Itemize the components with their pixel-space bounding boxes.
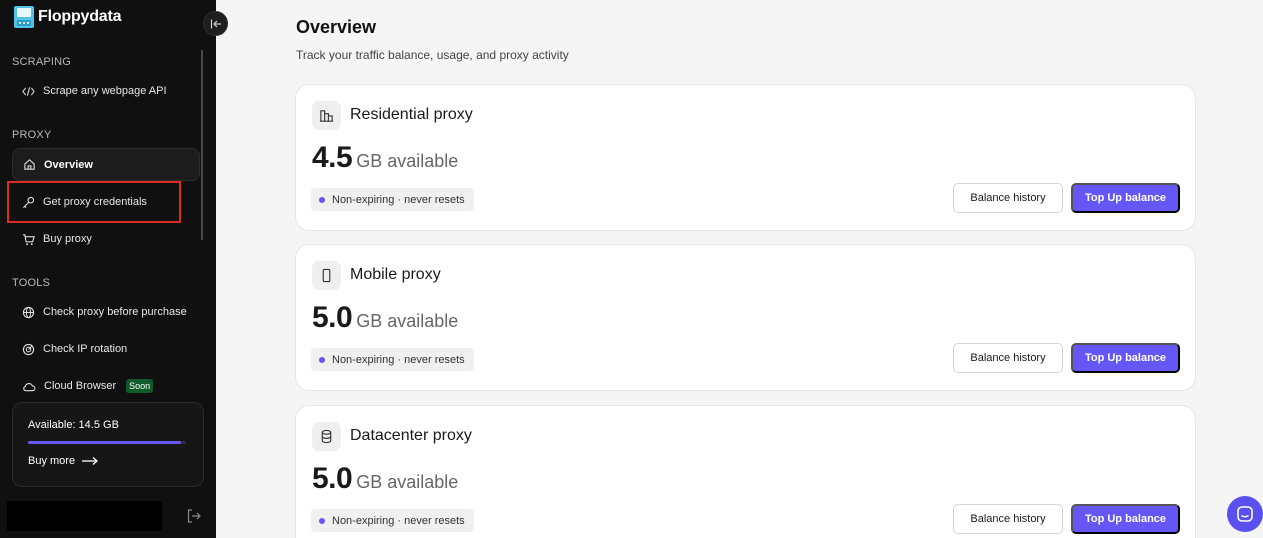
brand[interactable]: Floppydata (14, 6, 122, 28)
user-account-bar[interactable] (7, 501, 162, 531)
cart-icon (22, 233, 35, 245)
non-expiring-tag: Non-expiring · never resets (311, 509, 474, 532)
card-title: Mobile proxy (350, 266, 441, 283)
amount-value: 5.0 (312, 462, 353, 495)
section-title-proxy: PROXY (12, 129, 52, 141)
amount-unit: GB available (356, 151, 459, 171)
app-window: Floppydata SCRAPING Scrape any webpage A… (0, 0, 1263, 538)
chat-icon (1237, 506, 1253, 522)
mobile-proxy-card: Mobile proxy 5.0 GB available Non-expiri… (295, 244, 1196, 391)
balance-history-button[interactable]: Balance history (953, 504, 1063, 534)
balance-history-button[interactable]: Balance history (953, 183, 1063, 213)
card-amount: 5.0 GB available (312, 462, 458, 496)
amount-value: 4.5 (312, 141, 353, 174)
sidebar-item-label: Check proxy before purchase (43, 306, 187, 318)
page-title: Overview (296, 17, 377, 37)
card-icon-container (312, 261, 341, 290)
collapse-left-icon (210, 19, 221, 28)
datacenter-proxy-card: Datacenter proxy 5.0 GB available Non-ex… (295, 405, 1196, 538)
sidebar-item-label: Scrape any webpage API (43, 85, 167, 97)
tag-label: Non-expiring · never resets (332, 514, 465, 527)
card-amount: 5.0 GB available (312, 301, 458, 335)
chat-support-button[interactable] (1227, 496, 1263, 532)
buy-more-label: Buy more (28, 455, 76, 467)
card-icon-container (312, 422, 341, 451)
available-balance-label: Available: 14.5 GB (28, 419, 119, 431)
building-icon (319, 110, 334, 122)
key-icon (22, 196, 35, 208)
globe-icon (22, 306, 35, 318)
code-icon (22, 86, 35, 96)
non-expiring-tag: Non-expiring · never resets (311, 188, 474, 211)
sidebar-item-buy-proxy[interactable]: Buy proxy (12, 223, 200, 255)
top-up-balance-button[interactable]: Top Up balance (1071, 504, 1180, 534)
brand-name: Floppydata (38, 8, 122, 25)
rotation-icon (22, 343, 35, 355)
page-subtitle: Track your traffic balance, usage, and p… (296, 48, 569, 62)
phone-icon (322, 268, 331, 283)
sidebar-item-label: Cloud Browser (44, 380, 117, 392)
database-icon (321, 429, 332, 444)
buy-more-link[interactable]: Buy more (28, 455, 99, 467)
sidebar-item-check-proxy[interactable]: Check proxy before purchase (12, 296, 200, 328)
sidebar-item-overview[interactable]: Overview (12, 148, 200, 181)
card-amount: 4.5 GB available (312, 141, 458, 175)
tag-label: Non-expiring · never resets (332, 193, 465, 206)
cloud-icon (23, 382, 36, 391)
balance-progress-fill (28, 441, 182, 444)
home-icon (24, 159, 35, 170)
top-up-balance-button[interactable]: Top Up balance (1071, 183, 1180, 213)
sidebar-item-label: Overview (44, 158, 93, 171)
top-up-balance-button[interactable]: Top Up balance (1071, 343, 1180, 373)
sidebar-item-label: Buy proxy (43, 233, 92, 245)
section-title-tools: TOOLS (12, 277, 51, 289)
sidebar-item-label: Check IP rotation (43, 343, 128, 355)
residential-proxy-card: Residential proxy 4.5 GB available Non-e… (295, 84, 1196, 231)
status-dot (319, 196, 325, 203)
sidebar-item-label: Get proxy credentials (43, 196, 147, 208)
sidebar: Floppydata SCRAPING Scrape any webpage A… (0, 0, 228, 538)
sidebar-item-check-ip-rotation[interactable]: Check IP rotation (12, 333, 200, 365)
section-title-scraping: SCRAPING (12, 56, 72, 68)
amount-unit: GB available (356, 472, 459, 492)
balance-card: Available: 14.5 GB Buy more (12, 402, 204, 487)
status-dot (319, 356, 325, 363)
amount-unit: GB available (356, 311, 459, 331)
sidebar-item-scrape-api[interactable]: Scrape any webpage API (12, 75, 200, 107)
sidebar-scrollbar[interactable] (201, 50, 203, 240)
logout-icon[interactable] (186, 508, 202, 524)
balance-progress-bar (28, 441, 186, 444)
main-content: Overview Track your traffic balance, usa… (216, 0, 1263, 538)
amount-value: 5.0 (312, 301, 353, 334)
floppy-logo-icon (14, 6, 34, 28)
tag-label: Non-expiring · never resets (332, 353, 465, 366)
card-title: Residential proxy (350, 106, 473, 123)
card-title: Datacenter proxy (350, 427, 472, 444)
card-icon-container (312, 101, 341, 130)
collapse-sidebar-button[interactable] (203, 11, 228, 36)
arrow-right-icon (82, 457, 99, 465)
soon-badge: Soon (126, 379, 154, 393)
balance-history-button[interactable]: Balance history (953, 343, 1063, 373)
sidebar-item-cloud-browser[interactable]: Cloud Browser Soon (12, 370, 200, 402)
status-dot (319, 517, 325, 524)
sidebar-item-get-proxy-credentials[interactable]: Get proxy credentials (7, 181, 181, 223)
non-expiring-tag: Non-expiring · never resets (311, 348, 474, 371)
